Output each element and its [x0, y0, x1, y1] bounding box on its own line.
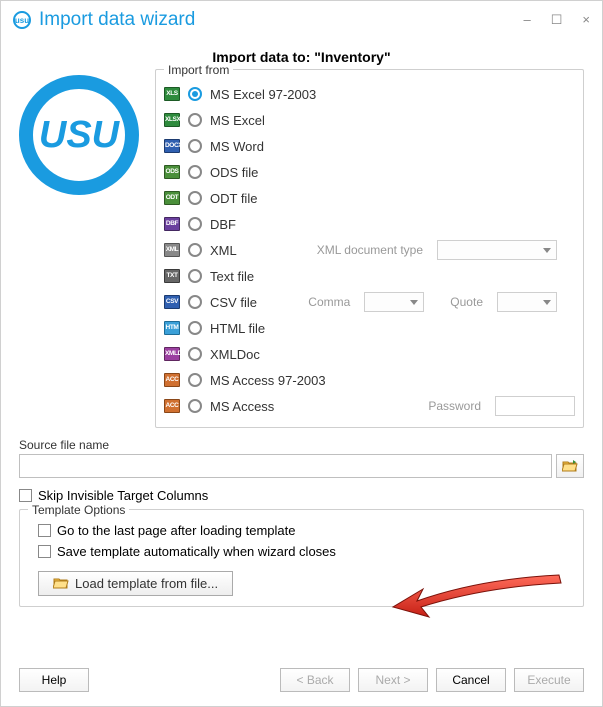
window-title: Import data wizard: [39, 9, 524, 31]
browse-button[interactable]: [556, 454, 584, 478]
format-radio[interactable]: [188, 191, 202, 205]
wizard-window: usu Import data wizard – ☐ × Import data…: [0, 0, 603, 707]
format-label: MS Excel: [210, 113, 265, 128]
option-sublabel: Comma: [308, 295, 350, 309]
format-radio[interactable]: [188, 113, 202, 127]
option-select[interactable]: [364, 292, 424, 312]
format-radio[interactable]: [188, 399, 202, 413]
format-label: MS Excel 97-2003: [210, 87, 316, 102]
format-row: DBF DBF: [164, 211, 575, 237]
next-button[interactable]: Next >: [358, 668, 428, 692]
template-options-legend: Template Options: [28, 503, 129, 517]
format-label: CSV file: [210, 295, 257, 310]
format-label: HTML file: [210, 321, 265, 336]
option-select[interactable]: [437, 240, 557, 260]
button-bar: Help < Back Next > Cancel Execute: [1, 658, 602, 706]
format-radio[interactable]: [188, 87, 202, 101]
format-label: DBF: [210, 217, 236, 232]
close-icon[interactable]: ×: [582, 12, 590, 28]
format-row: ODT ODT file: [164, 185, 575, 211]
import-from-legend: Import from: [164, 63, 233, 77]
go-last-page-checkbox[interactable]: [38, 524, 51, 537]
file-type-icon: DOCX: [164, 139, 180, 153]
format-label: MS Word: [210, 139, 264, 154]
option-sublabel: Quote: [450, 295, 483, 309]
help-button[interactable]: Help: [19, 668, 89, 692]
format-row: XLSX MS Excel: [164, 107, 575, 133]
format-label: ODS file: [210, 165, 258, 180]
minimize-icon[interactable]: –: [524, 12, 531, 28]
format-label: ODT file: [210, 191, 257, 206]
format-label: XMLDoc: [210, 347, 260, 362]
format-row: XMLD XMLDoc: [164, 341, 575, 367]
file-type-icon: HTM: [164, 321, 180, 335]
format-row: TXT Text file: [164, 263, 575, 289]
format-radio[interactable]: [188, 243, 202, 257]
source-file-input[interactable]: [19, 454, 552, 478]
skip-invisible-checkbox[interactable]: [19, 489, 32, 502]
format-radio[interactable]: [188, 139, 202, 153]
format-row: ODS ODS file: [164, 159, 575, 185]
format-radio[interactable]: [188, 295, 202, 309]
file-type-icon: ACC: [164, 399, 180, 413]
file-type-icon: XLS: [164, 87, 180, 101]
file-type-icon: ACC: [164, 373, 180, 387]
format-row: XLS MS Excel 97-2003: [164, 81, 575, 107]
format-radio[interactable]: [188, 347, 202, 361]
page-title: Import data to: "Inventory": [19, 49, 584, 65]
titlebar: usu Import data wizard – ☐ ×: [1, 1, 602, 39]
file-type-icon: TXT: [164, 269, 180, 283]
save-template-auto-checkbox[interactable]: [38, 545, 51, 558]
format-row: ACC MS Access Password: [164, 393, 575, 419]
format-radio[interactable]: [188, 269, 202, 283]
file-type-icon: XMLD: [164, 347, 180, 361]
file-type-icon: XML: [164, 243, 180, 257]
format-label: Text file: [210, 269, 254, 284]
file-type-icon: XLSX: [164, 113, 180, 127]
import-from-fieldset: Import from XLSMS Excel 97-2003XLSXMS Ex…: [155, 69, 584, 428]
load-template-button[interactable]: Load template from file...: [38, 571, 233, 596]
format-row: CSV CSV file Comma Quote: [164, 289, 575, 315]
format-row: ACC MS Access 97-2003: [164, 367, 575, 393]
format-row: DOCX MS Word: [164, 133, 575, 159]
option-sublabel: Password: [428, 399, 481, 413]
execute-button[interactable]: Execute: [514, 668, 584, 692]
go-last-page-label: Go to the last page after loading templa…: [57, 523, 296, 538]
brand-logo: USU: [19, 75, 139, 195]
format-radio[interactable]: [188, 217, 202, 231]
template-options-fieldset: Template Options Go to the last page aft…: [19, 509, 584, 607]
folder-open-icon: [562, 459, 578, 473]
load-template-label: Load template from file...: [75, 576, 218, 591]
file-type-icon: ODS: [164, 165, 180, 179]
format-radio[interactable]: [188, 165, 202, 179]
format-label: XML: [210, 243, 237, 258]
format-row: XML XML XML document type: [164, 237, 575, 263]
maximize-icon[interactable]: ☐: [551, 12, 563, 28]
format-radio[interactable]: [188, 373, 202, 387]
back-button[interactable]: < Back: [280, 668, 350, 692]
file-type-icon: DBF: [164, 217, 180, 231]
format-label: MS Access 97-2003: [210, 373, 326, 388]
option-sublabel: XML document type: [317, 243, 423, 257]
file-type-icon: ODT: [164, 191, 180, 205]
option-input[interactable]: [495, 396, 575, 416]
source-file-label: Source file name: [19, 438, 584, 452]
folder-open-icon: [53, 577, 69, 590]
app-icon: usu: [13, 11, 31, 29]
option-select[interactable]: [497, 292, 557, 312]
file-type-icon: CSV: [164, 295, 180, 309]
skip-invisible-label: Skip Invisible Target Columns: [38, 488, 208, 503]
save-template-auto-label: Save template automatically when wizard …: [57, 544, 336, 559]
format-row: HTM HTML file: [164, 315, 575, 341]
format-label: MS Access: [210, 399, 274, 414]
format-radio[interactable]: [188, 321, 202, 335]
cancel-button[interactable]: Cancel: [436, 668, 506, 692]
